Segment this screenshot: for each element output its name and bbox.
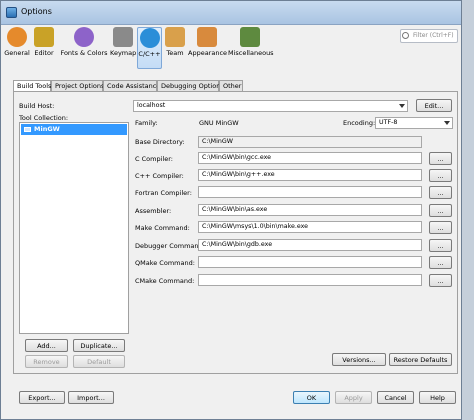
cancel-button[interactable]: Cancel xyxy=(377,391,414,404)
general-icon xyxy=(7,27,27,47)
editor-icon xyxy=(34,27,54,47)
make-command-browse-button[interactable]: ... xyxy=(429,221,452,234)
encoding-select[interactable]: UTF-8 xyxy=(375,117,453,129)
cmake-command-field[interactable] xyxy=(198,274,422,286)
tab-code-assistance[interactable]: Code Assistance xyxy=(103,80,160,91)
apply-button[interactable]: Apply xyxy=(335,391,372,404)
make-command-label: Make Command: xyxy=(135,224,190,232)
duplicate-button[interactable]: Duplicate... xyxy=(73,339,125,352)
category-label: Miscellaneous xyxy=(228,49,274,57)
assembler-browse-button[interactable]: ... xyxy=(429,204,452,217)
encoding-value: UTF-8 xyxy=(379,119,398,126)
chevron-down-icon xyxy=(444,121,450,125)
versions-button[interactable]: Versions... xyxy=(332,353,386,366)
category-label: General xyxy=(4,49,30,57)
category-label: Fonts & Colors xyxy=(60,49,108,57)
fortran-compiler-field[interactable] xyxy=(198,186,422,198)
keymap-icon xyxy=(113,27,133,47)
assembler-field[interactable]: C:\MinGW\bin\as.exe xyxy=(198,204,422,216)
category-keymap[interactable]: Keymap xyxy=(110,27,136,69)
category-fonts-colors[interactable]: Fonts & Colors xyxy=(58,27,110,69)
family-value: GNU MinGW xyxy=(199,119,239,127)
desktop-background xyxy=(462,0,474,420)
c-compiler-label: C Compiler: xyxy=(135,155,173,163)
cpp-compiler-label: C++ Compiler: xyxy=(135,172,184,180)
default-button[interactable]: Default xyxy=(73,355,125,368)
tool-item-label: MinGW xyxy=(34,125,60,133)
help-button[interactable]: Help xyxy=(419,391,456,404)
family-label: Family: xyxy=(135,119,158,127)
category-appearance[interactable]: Appearance xyxy=(188,27,228,69)
cmake-command-label: CMake Command: xyxy=(135,277,195,285)
restore-defaults-button[interactable]: Restore Defaults xyxy=(389,353,452,366)
tool-item-mingw[interactable]: MinGW xyxy=(21,124,127,135)
category-general[interactable]: General xyxy=(4,27,30,69)
category-label: C/C++ xyxy=(138,50,161,58)
app-icon xyxy=(6,7,17,18)
title-bar: Options xyxy=(1,1,461,25)
build-host-label: Build Host: xyxy=(19,102,55,110)
debugger-command-browse-button[interactable]: ... xyxy=(429,239,452,252)
tool-collection-label: Tool Collection: xyxy=(19,114,69,122)
make-command-field[interactable]: C:\MinGW\msys\1.0\bin\make.exe xyxy=(198,221,422,233)
c-compiler-browse-button[interactable]: ... xyxy=(429,152,452,165)
tool-collection-icon xyxy=(24,127,31,132)
encoding-label: Encoding: xyxy=(343,119,376,127)
category-miscellaneous[interactable]: Miscellaneous xyxy=(228,27,274,69)
export-button[interactable]: Export... xyxy=(19,391,65,404)
search-icon xyxy=(402,32,409,39)
remove-button[interactable]: Remove xyxy=(25,355,68,368)
appearance-icon xyxy=(197,27,217,47)
category-label: Team xyxy=(166,49,184,57)
cpp-compiler-field[interactable]: C:\MinGW\bin\g++.exe xyxy=(198,169,422,181)
window-title: Options xyxy=(21,7,52,16)
chevron-down-icon xyxy=(399,104,405,108)
tab-debugging-options[interactable]: Debugging Options xyxy=(157,80,224,91)
debugger-command-field[interactable]: C:\MinGW\bin\gdb.exe xyxy=(198,239,422,251)
fortran-compiler-label: Fortran Compiler: xyxy=(135,189,192,197)
category-toolbar: General Editor Fonts & Colors Keymap C/C… xyxy=(2,25,460,69)
miscellaneous-icon xyxy=(240,27,260,47)
team-icon xyxy=(165,27,185,47)
qmake-command-field[interactable] xyxy=(198,256,422,268)
fonts-colors-icon xyxy=(74,27,94,47)
build-host-select[interactable]: localhost xyxy=(133,100,408,112)
base-directory-label: Base Directory: xyxy=(135,138,185,146)
tool-collection-list[interactable]: MinGW xyxy=(19,122,129,334)
category-cpp[interactable]: C/C++ xyxy=(137,27,162,69)
category-label: Keymap xyxy=(110,49,137,57)
build-host-value: localhost xyxy=(137,102,166,109)
qmake-command-browse-button[interactable]: ... xyxy=(429,256,452,269)
category-editor[interactable]: Editor xyxy=(32,27,56,69)
cpp-icon xyxy=(139,28,160,48)
base-directory-field[interactable]: C:\MinGW xyxy=(198,136,422,148)
assembler-label: Assembler: xyxy=(135,207,172,215)
edit-host-button[interactable]: Edit... xyxy=(416,99,452,112)
tab-other[interactable]: Other xyxy=(219,80,243,91)
fortran-compiler-browse-button[interactable]: ... xyxy=(429,186,452,199)
tab-project-options[interactable]: Project Options xyxy=(51,80,104,91)
category-label: Editor xyxy=(34,49,54,57)
ok-button[interactable]: OK xyxy=(293,391,330,404)
cpp-compiler-browse-button[interactable]: ... xyxy=(429,169,452,182)
import-button[interactable]: Import... xyxy=(68,391,114,404)
category-team[interactable]: Team xyxy=(164,27,186,69)
qmake-command-label: QMake Command: xyxy=(135,259,195,267)
debugger-command-label: Debugger Command: xyxy=(135,242,205,250)
c-compiler-field[interactable]: C:\MinGW\bin\gcc.exe xyxy=(198,152,422,164)
options-window: Options General Editor Fonts & Colors Ke… xyxy=(0,0,462,420)
add-button[interactable]: Add... xyxy=(25,339,68,352)
cmake-command-browse-button[interactable]: ... xyxy=(429,274,452,287)
category-label: Appearance xyxy=(188,49,228,57)
